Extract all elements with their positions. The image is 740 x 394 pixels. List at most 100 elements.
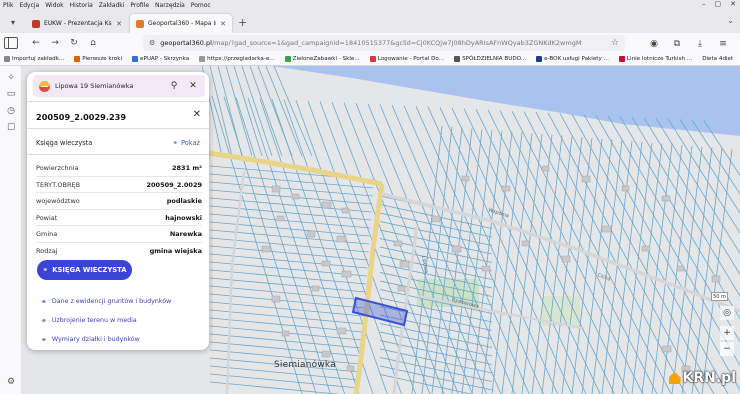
tab-list-icon[interactable]: ▾ [4,13,22,31]
bookmarks-icon[interactable]: ☐ [5,122,17,134]
bookmark-star-icon[interactable]: ☆ [611,38,619,48]
menu-edit[interactable]: Edycja [19,2,39,9]
divider [27,101,209,102]
close-window-icon[interactable]: ✕ [730,0,736,8]
close-tab-icon[interactable]: ✕ [116,20,122,28]
tab-bar: ▾ EUKW - Prezentacja Księgi Wie ✕ Geopor… [0,11,740,33]
parcel-boundary [249,66,283,157]
minimize-icon[interactable]: – [702,0,706,8]
bookmark-item[interactable]: Dieta 4diet [702,56,733,62]
parcel-boundary [521,134,553,394]
attribute-row: Powierzchnia 2831 m² [36,160,202,177]
extensions-icon[interactable]: ⧉ [669,36,685,52]
tab-title: Geoportal360 - Mapa Interakty [148,20,216,27]
download-icon[interactable]: ⤓ [692,36,708,52]
reload-icon[interactable]: ↻ [66,35,82,51]
back-arrow-icon[interactable]: ← [28,35,44,51]
bookmarks-bar: Importuj zakładk... Pierwsze kroki ePUAP… [0,53,740,66]
synced-tabs-icon[interactable]: ▭ [5,88,17,100]
menu-tools[interactable]: Narzędzia [155,2,185,9]
menu-help[interactable]: Pomoc [191,2,211,9]
url-bar[interactable]: ⚙ geoportal360.pl /map/?gad_source=1&gad… [143,35,625,51]
ai-chat-icon[interactable]: ✧ [5,72,17,84]
bookmark-item[interactable]: https://przegladarka-e... [199,56,275,62]
building-footprint [321,201,332,209]
building-footprint [397,285,406,292]
eukw-favicon-icon [32,19,40,28]
home-icon[interactable]: ⌂ [85,35,101,51]
geoportal-logo-icon [39,80,50,92]
building-footprint [641,245,651,252]
scale-bar: 50 m [711,292,728,301]
building-footprint [271,185,281,193]
ebok-icon [536,56,543,62]
parcel-boundary [209,285,366,301]
menu-profiles[interactable]: Profile [130,2,149,9]
building-footprint [501,185,511,192]
sidebar-toggle-icon[interactable] [4,37,18,49]
bookmark-item[interactable]: ePUAP - Skrzynka [132,56,189,62]
parcel-boundary [451,107,587,394]
parcel-attributes: Powierzchnia 2831 m² TERYT.OBRĘB 200509_2.… [36,160,202,259]
close-panel-icon[interactable]: ✕ [193,109,201,120]
tab-geoportal[interactable]: Geoportal360 - Mapa Interakty ✕ [130,14,232,33]
show-land-register-link[interactable]: ⚭ Pokaż [172,139,200,147]
utilities-link[interactable]: ⚭ Uzbrojenie terenu w media [41,311,171,330]
zoom-in-icon[interactable]: + [720,326,734,340]
link-chain-icon: ⚭ [41,297,47,306]
search-icon[interactable]: ⚲ [167,79,181,93]
zoom-out-icon[interactable]: − [720,342,734,356]
building-footprint [461,175,470,182]
building-footprint [336,327,347,335]
bookmark-item[interactable]: ZieloneZabawki - Skle... [284,56,360,62]
close-tab-icon[interactable]: ✕ [220,20,226,28]
url-host: geoportal360.pl [160,39,212,47]
menu-file[interactable]: Plik [3,2,13,9]
building-footprint [281,330,290,337]
account-icon[interactable]: ◉ [646,36,662,52]
bookmark-item[interactable]: Linie lotnicze Turkish ... [618,56,692,62]
menu-bookmarks[interactable]: Zakładki [99,2,125,9]
parcel-boundary [431,127,463,394]
new-tab-plus-icon[interactable]: + [238,16,247,29]
search-input[interactable]: Lipowa 19 Siemianówka [55,82,167,90]
cadastre-data-link[interactable]: ⚭ Dane z ewidencji gruntów i budynków [41,292,171,311]
dimensions-link[interactable]: ⚭ Wymiary działki i budynków [41,330,171,349]
bookmark-item[interactable]: Logowanie - Portal Do... [369,56,444,62]
menu-view[interactable]: Widok [45,2,63,9]
parcel-boundary [427,106,558,394]
building-footprint [341,270,352,278]
sidebar-settings-icon[interactable]: ⚙ [5,376,17,388]
locate-icon[interactable]: ◎ [720,306,734,320]
building-footprint [661,345,672,353]
land-register-button[interactable]: ⚭ KSIĘGA WIECZYSTA [37,260,132,280]
link-chain-icon: ⚭ [41,316,47,325]
browser-sidebar: ✧ ▭ ◷ ☐ ⚙ [0,66,22,394]
parcel-boundary [451,129,483,394]
menu-history[interactable]: Historia [70,2,93,9]
portal-icon [369,56,376,62]
history-icon[interactable]: ◷ [5,105,17,117]
epuap-icon [132,56,139,62]
app-menu-icon[interactable]: ≡ [715,36,731,52]
parcel-boundary [701,149,733,394]
town-label: Siemianówka [274,360,336,370]
building-footprint [261,245,271,253]
bookmark-item[interactable]: Pierwsze kroki [74,56,122,62]
clear-search-icon[interactable]: ✕ [186,79,200,93]
bookmark-item[interactable]: SPÓŁDZIELNIA BUDO... [454,56,526,62]
tab-eukw[interactable]: EUKW - Prezentacja Księgi Wie ✕ [26,14,128,33]
address-search-box[interactable]: Lipowa 19 Siemianówka ⚲ ✕ [33,75,205,97]
divider [27,128,209,129]
list-all-tabs-icon[interactable]: ⌄ [727,16,734,25]
parcel-info-panel: Lipowa 19 Siemianówka ⚲ ✕ 200509_2.0029.… [27,72,209,350]
building-footprint [321,260,331,267]
site-info-icon[interactable]: ⚙ [149,39,155,47]
parcel-boundary [491,132,523,394]
forward-arrow-icon[interactable]: → [47,35,63,51]
bookmark-item[interactable]: Importuj zakładk... [4,56,64,62]
building-footprint [291,193,300,200]
bookmark-item[interactable]: e-BOK usługi Pakiety ... [536,56,609,62]
link-chain-icon: ⚭ [42,266,49,274]
maximize-icon[interactable]: ▢ [715,0,722,8]
